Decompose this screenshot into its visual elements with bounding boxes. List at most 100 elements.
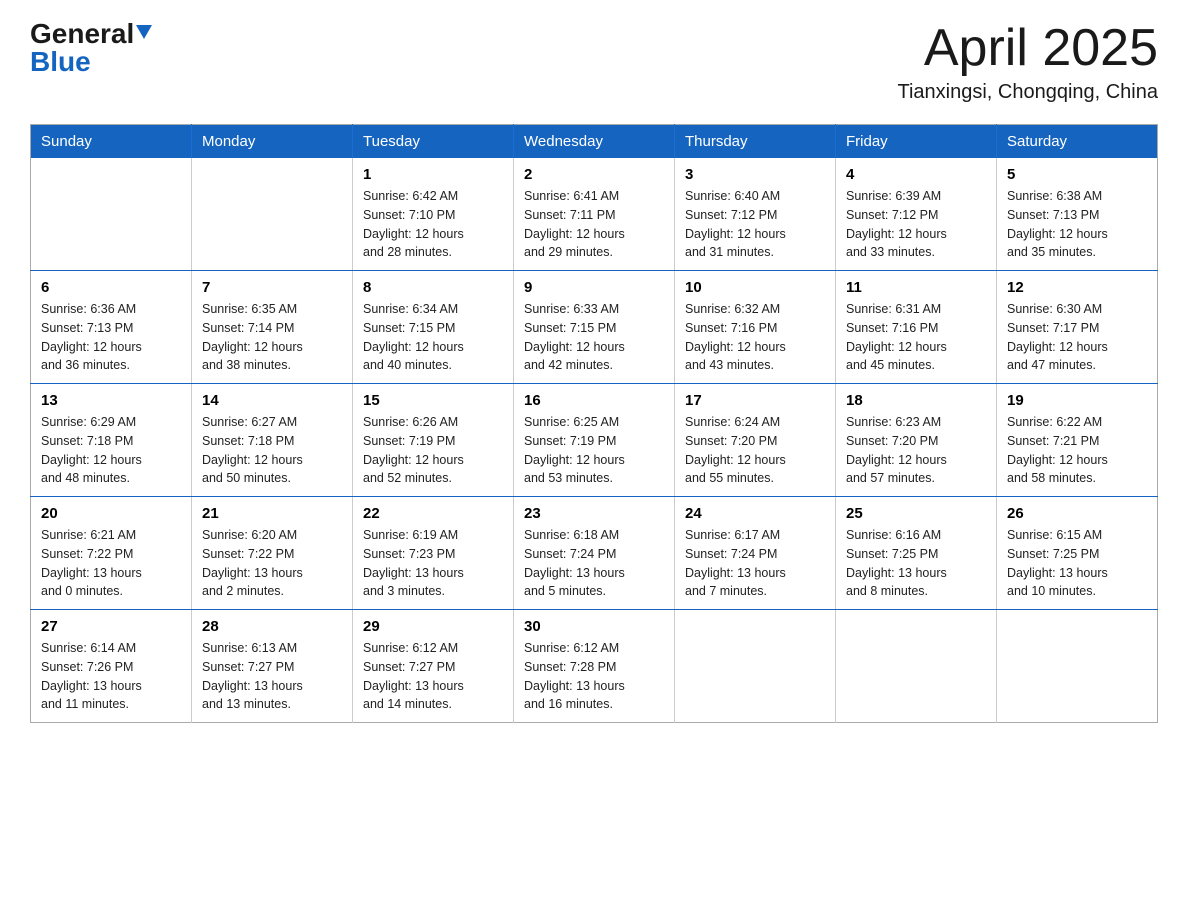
- calendar-cell: 16Sunrise: 6:25 AM Sunset: 7:19 PM Dayli…: [514, 384, 675, 497]
- calendar-cell: [997, 610, 1158, 723]
- day-info: Sunrise: 6:23 AM Sunset: 7:20 PM Dayligh…: [846, 413, 986, 488]
- calendar-cell: 27Sunrise: 6:14 AM Sunset: 7:26 PM Dayli…: [31, 610, 192, 723]
- day-number: 27: [41, 618, 181, 635]
- day-number: 13: [41, 392, 181, 409]
- calendar-cell: 25 Sunrise: 6:16 AM Sunset: 7:25 PM Dayli…: [836, 497, 997, 610]
- day-info: Sunrise: 6:30 AM Sunset: 7:17 PM Dayligh…: [1007, 300, 1147, 375]
- week-row-4: 20 Sunrise: 6:21 AM Sunset: 7:22 PM Dayli…: [31, 497, 1158, 610]
- day-number: 4: [846, 166, 986, 183]
- calendar-cell: 24 Sunrise: 6:17 AM Sunset: 7:24 PM Dayli…: [675, 497, 836, 610]
- header-tuesday: Tuesday: [353, 125, 514, 159]
- day-number: 24: [685, 505, 825, 522]
- location-subtitle: Tianxingsi, Chongqing, China: [897, 81, 1158, 104]
- calendar-cell: 1 Sunrise: 6:42 AM Sunset: 7:10 PM Daylig…: [353, 158, 514, 271]
- day-info: Sunrise: 6:16 AM Sunset: 7:25 PM Dayligh…: [846, 526, 986, 601]
- day-number: 8: [363, 279, 503, 296]
- day-info: Sunrise: 6:22 AM Sunset: 7:21 PM Dayligh…: [1007, 413, 1147, 488]
- day-info: Sunrise: 6:25 AM Sunset: 7:19 PM Dayligh…: [524, 413, 664, 488]
- day-info: Sunrise: 6:12 AM Sunset: 7:28 PM Dayligh…: [524, 639, 664, 714]
- day-number: 3: [685, 166, 825, 183]
- calendar-cell: 11 Sunrise: 6:31 AM Sunset: 7:16 PM Dayli…: [836, 271, 997, 384]
- day-number: 18: [846, 392, 986, 409]
- day-number: 1: [363, 166, 503, 183]
- day-info: Sunrise: 6:38 AM Sunset: 7:13 PM Dayligh…: [1007, 187, 1147, 262]
- logo-general: General: [30, 18, 134, 49]
- title-area: April 2025 Tianxingsi, Chongqing, China: [897, 20, 1158, 104]
- day-number: 22: [363, 505, 503, 522]
- day-number: 30: [524, 618, 664, 635]
- calendar-cell: 29 Sunrise: 6:12 AM Sunset: 7:27 PM Dayli…: [353, 610, 514, 723]
- logo-text: General Blue: [30, 20, 152, 76]
- header-saturday: Saturday: [997, 125, 1158, 159]
- day-number: 19: [1007, 392, 1147, 409]
- calendar-cell: 9 Sunrise: 6:33 AM Sunset: 7:15 PM Daylig…: [514, 271, 675, 384]
- logo: General Blue: [30, 20, 152, 76]
- day-info: Sunrise: 6:18 AM Sunset: 7:24 PM Dayligh…: [524, 526, 664, 601]
- day-info: Sunrise: 6:24 AM Sunset: 7:20 PM Dayligh…: [685, 413, 825, 488]
- day-number: 26: [1007, 505, 1147, 522]
- day-info: Sunrise: 6:33 AM Sunset: 7:15 PM Dayligh…: [524, 300, 664, 375]
- day-number: 7: [202, 279, 342, 296]
- day-info: Sunrise: 6:12 AM Sunset: 7:27 PM Dayligh…: [363, 639, 503, 714]
- logo-triangle-icon: [136, 25, 152, 39]
- calendar-cell: 14Sunrise: 6:27 AM Sunset: 7:18 PM Dayli…: [192, 384, 353, 497]
- day-info: Sunrise: 6:31 AM Sunset: 7:16 PM Dayligh…: [846, 300, 986, 375]
- calendar-cell: 22Sunrise: 6:19 AM Sunset: 7:23 PM Dayli…: [353, 497, 514, 610]
- calendar-cell: 3 Sunrise: 6:40 AM Sunset: 7:12 PM Daylig…: [675, 158, 836, 271]
- calendar-cell: [192, 158, 353, 271]
- day-number: 29: [363, 618, 503, 635]
- calendar-header-row: SundayMondayTuesdayWednesdayThursdayFrid…: [31, 125, 1158, 159]
- day-number: 20: [41, 505, 181, 522]
- day-info: Sunrise: 6:21 AM Sunset: 7:22 PM Dayligh…: [41, 526, 181, 601]
- day-number: 25: [846, 505, 986, 522]
- day-info: Sunrise: 6:36 AM Sunset: 7:13 PM Dayligh…: [41, 300, 181, 375]
- calendar-cell: 12 Sunrise: 6:30 AM Sunset: 7:17 PM Dayli…: [997, 271, 1158, 384]
- day-info: Sunrise: 6:26 AM Sunset: 7:19 PM Dayligh…: [363, 413, 503, 488]
- day-info: Sunrise: 6:35 AM Sunset: 7:14 PM Dayligh…: [202, 300, 342, 375]
- calendar-cell: 26 Sunrise: 6:15 AM Sunset: 7:25 PM Dayli…: [997, 497, 1158, 610]
- day-info: Sunrise: 6:34 AM Sunset: 7:15 PM Dayligh…: [363, 300, 503, 375]
- calendar-cell: 23 Sunrise: 6:18 AM Sunset: 7:24 PM Dayli…: [514, 497, 675, 610]
- header-wednesday: Wednesday: [514, 125, 675, 159]
- day-info: Sunrise: 6:27 AM Sunset: 7:18 PM Dayligh…: [202, 413, 342, 488]
- day-info: Sunrise: 6:40 AM Sunset: 7:12 PM Dayligh…: [685, 187, 825, 262]
- day-number: 10: [685, 279, 825, 296]
- calendar-cell: 5 Sunrise: 6:38 AM Sunset: 7:13 PM Daylig…: [997, 158, 1158, 271]
- week-row-2: 6Sunrise: 6:36 AM Sunset: 7:13 PM Daylig…: [31, 271, 1158, 384]
- calendar-cell: 20 Sunrise: 6:21 AM Sunset: 7:22 PM Dayli…: [31, 497, 192, 610]
- calendar-cell: 19 Sunrise: 6:22 AM Sunset: 7:21 PM Dayli…: [997, 384, 1158, 497]
- calendar-cell: [836, 610, 997, 723]
- calendar-cell: 18 Sunrise: 6:23 AM Sunset: 7:20 PM Dayli…: [836, 384, 997, 497]
- day-number: 9: [524, 279, 664, 296]
- week-row-5: 27Sunrise: 6:14 AM Sunset: 7:26 PM Dayli…: [31, 610, 1158, 723]
- calendar-cell: [31, 158, 192, 271]
- day-info: Sunrise: 6:15 AM Sunset: 7:25 PM Dayligh…: [1007, 526, 1147, 601]
- day-info: Sunrise: 6:41 AM Sunset: 7:11 PM Dayligh…: [524, 187, 664, 262]
- calendar-cell: 30 Sunrise: 6:12 AM Sunset: 7:28 PM Dayli…: [514, 610, 675, 723]
- calendar-cell: [675, 610, 836, 723]
- header-friday: Friday: [836, 125, 997, 159]
- day-info: Sunrise: 6:32 AM Sunset: 7:16 PM Dayligh…: [685, 300, 825, 375]
- day-number: 12: [1007, 279, 1147, 296]
- month-title: April 2025: [897, 20, 1158, 77]
- day-info: Sunrise: 6:17 AM Sunset: 7:24 PM Dayligh…: [685, 526, 825, 601]
- calendar-cell: 10 Sunrise: 6:32 AM Sunset: 7:16 PM Dayli…: [675, 271, 836, 384]
- day-number: 17: [685, 392, 825, 409]
- header-sunday: Sunday: [31, 125, 192, 159]
- day-info: Sunrise: 6:42 AM Sunset: 7:10 PM Dayligh…: [363, 187, 503, 262]
- day-number: 15: [363, 392, 503, 409]
- day-number: 23: [524, 505, 664, 522]
- day-number: 2: [524, 166, 664, 183]
- logo-blue: Blue: [30, 46, 91, 77]
- day-number: 5: [1007, 166, 1147, 183]
- calendar-table: SundayMondayTuesdayWednesdayThursdayFrid…: [30, 124, 1158, 723]
- day-number: 28: [202, 618, 342, 635]
- week-row-3: 13Sunrise: 6:29 AM Sunset: 7:18 PM Dayli…: [31, 384, 1158, 497]
- calendar-cell: 2 Sunrise: 6:41 AM Sunset: 7:11 PM Daylig…: [514, 158, 675, 271]
- page-header: General Blue April 2025 Tianxingsi, Chon…: [30, 20, 1158, 104]
- calendar-cell: 6Sunrise: 6:36 AM Sunset: 7:13 PM Daylig…: [31, 271, 192, 384]
- calendar-cell: 21Sunrise: 6:20 AM Sunset: 7:22 PM Dayli…: [192, 497, 353, 610]
- day-number: 21: [202, 505, 342, 522]
- day-number: 11: [846, 279, 986, 296]
- header-monday: Monday: [192, 125, 353, 159]
